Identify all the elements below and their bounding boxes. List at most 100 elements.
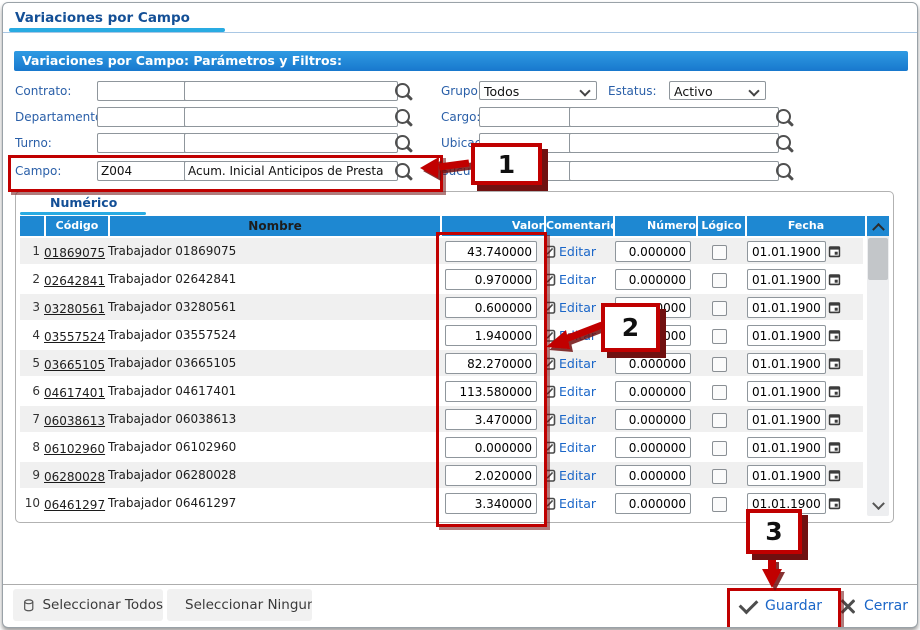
edit-note-icon[interactable] (544, 357, 556, 370)
employee-code-link[interactable]: 03557524 (44, 330, 105, 344)
contrato-code-input[interactable] (97, 81, 189, 101)
valor-input[interactable]: 3.340000 (445, 493, 537, 514)
calendar-icon[interactable] (828, 357, 841, 370)
fecha-input[interactable]: 01.01.1900 (747, 437, 826, 458)
tab-numerico[interactable]: Numérico (50, 195, 117, 210)
valor-input[interactable]: 82.270000 (445, 353, 537, 374)
editar-link[interactable]: Editar (559, 300, 596, 315)
editar-link[interactable]: Editar (559, 328, 596, 343)
editar-link[interactable]: Editar (559, 384, 596, 399)
editar-link[interactable]: Editar (559, 496, 596, 511)
logico-checkbox[interactable] (712, 245, 727, 260)
cargo-code-input[interactable] (479, 107, 573, 127)
edit-note-icon[interactable] (544, 469, 556, 482)
edit-note-icon[interactable] (544, 273, 556, 286)
logico-checkbox[interactable] (712, 413, 727, 428)
contrato-name-input[interactable] (184, 81, 398, 101)
employee-code-link[interactable]: 04617401 (44, 386, 105, 400)
departamento-name-input[interactable] (184, 107, 398, 127)
edit-note-icon[interactable] (544, 413, 556, 426)
ubicacion-search-icon[interactable] (776, 135, 791, 150)
logico-checkbox[interactable] (712, 357, 727, 372)
logico-checkbox[interactable] (712, 273, 727, 288)
valor-input[interactable]: 3.470000 (445, 409, 537, 430)
employee-code-link[interactable]: 06102960 (44, 442, 105, 456)
calendar-icon[interactable] (828, 413, 841, 426)
calendar-icon[interactable] (828, 245, 841, 258)
valor-input[interactable]: 0.000000 (445, 437, 537, 458)
calendar-icon[interactable] (828, 329, 841, 342)
employee-code-link[interactable]: 02642841 (44, 274, 105, 288)
select-all-button[interactable]: Seleccionar Todos (13, 589, 163, 621)
calendar-icon[interactable] (828, 441, 841, 454)
calendar-icon[interactable] (828, 273, 841, 286)
employee-code-link[interactable]: 01869075 (44, 246, 105, 260)
numero-input[interactable]: 0.000000 (615, 465, 691, 486)
campo-search-icon[interactable] (395, 163, 410, 178)
fecha-input[interactable]: 01.01.1900 (747, 297, 826, 318)
sucursal-search-icon[interactable] (776, 163, 791, 178)
contrato-search-icon[interactable] (395, 83, 410, 98)
edit-note-icon[interactable] (544, 385, 556, 398)
numero-input[interactable]: 0.000000 (615, 353, 691, 374)
employee-code-link[interactable]: 06280028 (44, 470, 105, 484)
edit-note-icon[interactable] (544, 497, 556, 510)
valor-input[interactable]: 0.970000 (445, 269, 537, 290)
employee-code-link[interactable]: 06038613 (44, 414, 105, 428)
employee-code-link[interactable]: 03280561 (44, 302, 105, 316)
editar-link[interactable]: Editar (559, 356, 596, 371)
logico-checkbox[interactable] (712, 301, 727, 316)
calendar-icon[interactable] (828, 497, 841, 510)
turno-search-icon[interactable] (395, 135, 410, 150)
fecha-input[interactable]: 01.01.1900 (747, 269, 826, 290)
fecha-input[interactable]: 01.01.1900 (747, 353, 826, 374)
fecha-input[interactable]: 01.01.1900 (747, 409, 826, 430)
cargo-search-icon[interactable] (776, 109, 791, 124)
turno-name-input[interactable] (184, 133, 398, 153)
edit-note-icon[interactable] (544, 441, 556, 454)
edit-note-icon[interactable] (544, 329, 556, 342)
valor-input[interactable]: 43.740000 (445, 241, 537, 262)
sucursal-name-input[interactable] (569, 161, 779, 181)
grupo-select[interactable]: Todos (479, 81, 597, 100)
employee-code-link[interactable]: 03665105 (44, 358, 105, 372)
fecha-input[interactable]: 01.01.1900 (747, 241, 826, 262)
campo-code-input[interactable]: Z004 (97, 161, 189, 181)
campo-name-input[interactable]: Acum. Inicial Anticipos de Presta (184, 161, 398, 181)
scrollbar-thumb[interactable] (868, 238, 888, 280)
ubicacion-name-input[interactable] (569, 133, 779, 153)
numero-input[interactable]: 0.000000 (615, 437, 691, 458)
vertical-scrollbar[interactable] (867, 216, 889, 516)
calendar-icon[interactable] (828, 469, 841, 482)
edit-note-icon[interactable] (544, 301, 556, 314)
fecha-input[interactable]: 01.01.1900 (747, 465, 826, 486)
fecha-input[interactable]: 01.01.1900 (747, 325, 826, 346)
logico-checkbox[interactable] (712, 441, 727, 456)
guardar-button[interactable]: Guardar (740, 591, 822, 621)
calendar-icon[interactable] (828, 385, 841, 398)
logico-checkbox[interactable] (712, 385, 727, 400)
numero-input[interactable]: 0.000000 (615, 409, 691, 430)
scroll-down-icon[interactable] (867, 498, 889, 514)
editar-link[interactable]: Editar (559, 272, 596, 287)
cargo-name-input[interactable] (569, 107, 779, 127)
scroll-up-icon[interactable] (867, 216, 889, 236)
editar-link[interactable]: Editar (559, 440, 596, 455)
edit-note-icon[interactable] (544, 245, 556, 258)
editar-link[interactable]: Editar (559, 468, 596, 483)
numero-input[interactable]: 0.000000 (615, 241, 691, 262)
numero-input[interactable]: 0.000000 (615, 493, 691, 514)
departamento-code-input[interactable] (97, 107, 189, 127)
fecha-input[interactable]: 01.01.1900 (747, 381, 826, 402)
departamento-search-icon[interactable] (395, 109, 410, 124)
tab-variaciones-por-campo[interactable]: Variaciones por Campo (15, 10, 190, 26)
estatus-select[interactable]: Activo (669, 81, 766, 100)
valor-input[interactable]: 2.020000 (445, 465, 537, 486)
valor-input[interactable]: 0.600000 (445, 297, 537, 318)
editar-link[interactable]: Editar (559, 412, 596, 427)
logico-checkbox[interactable] (712, 497, 727, 512)
editar-link[interactable]: Editar (559, 244, 596, 259)
valor-input[interactable]: 1.940000 (445, 325, 537, 346)
numero-input[interactable]: 0.000000 (615, 381, 691, 402)
select-none-button[interactable]: Seleccionar Ninguno (167, 589, 312, 621)
